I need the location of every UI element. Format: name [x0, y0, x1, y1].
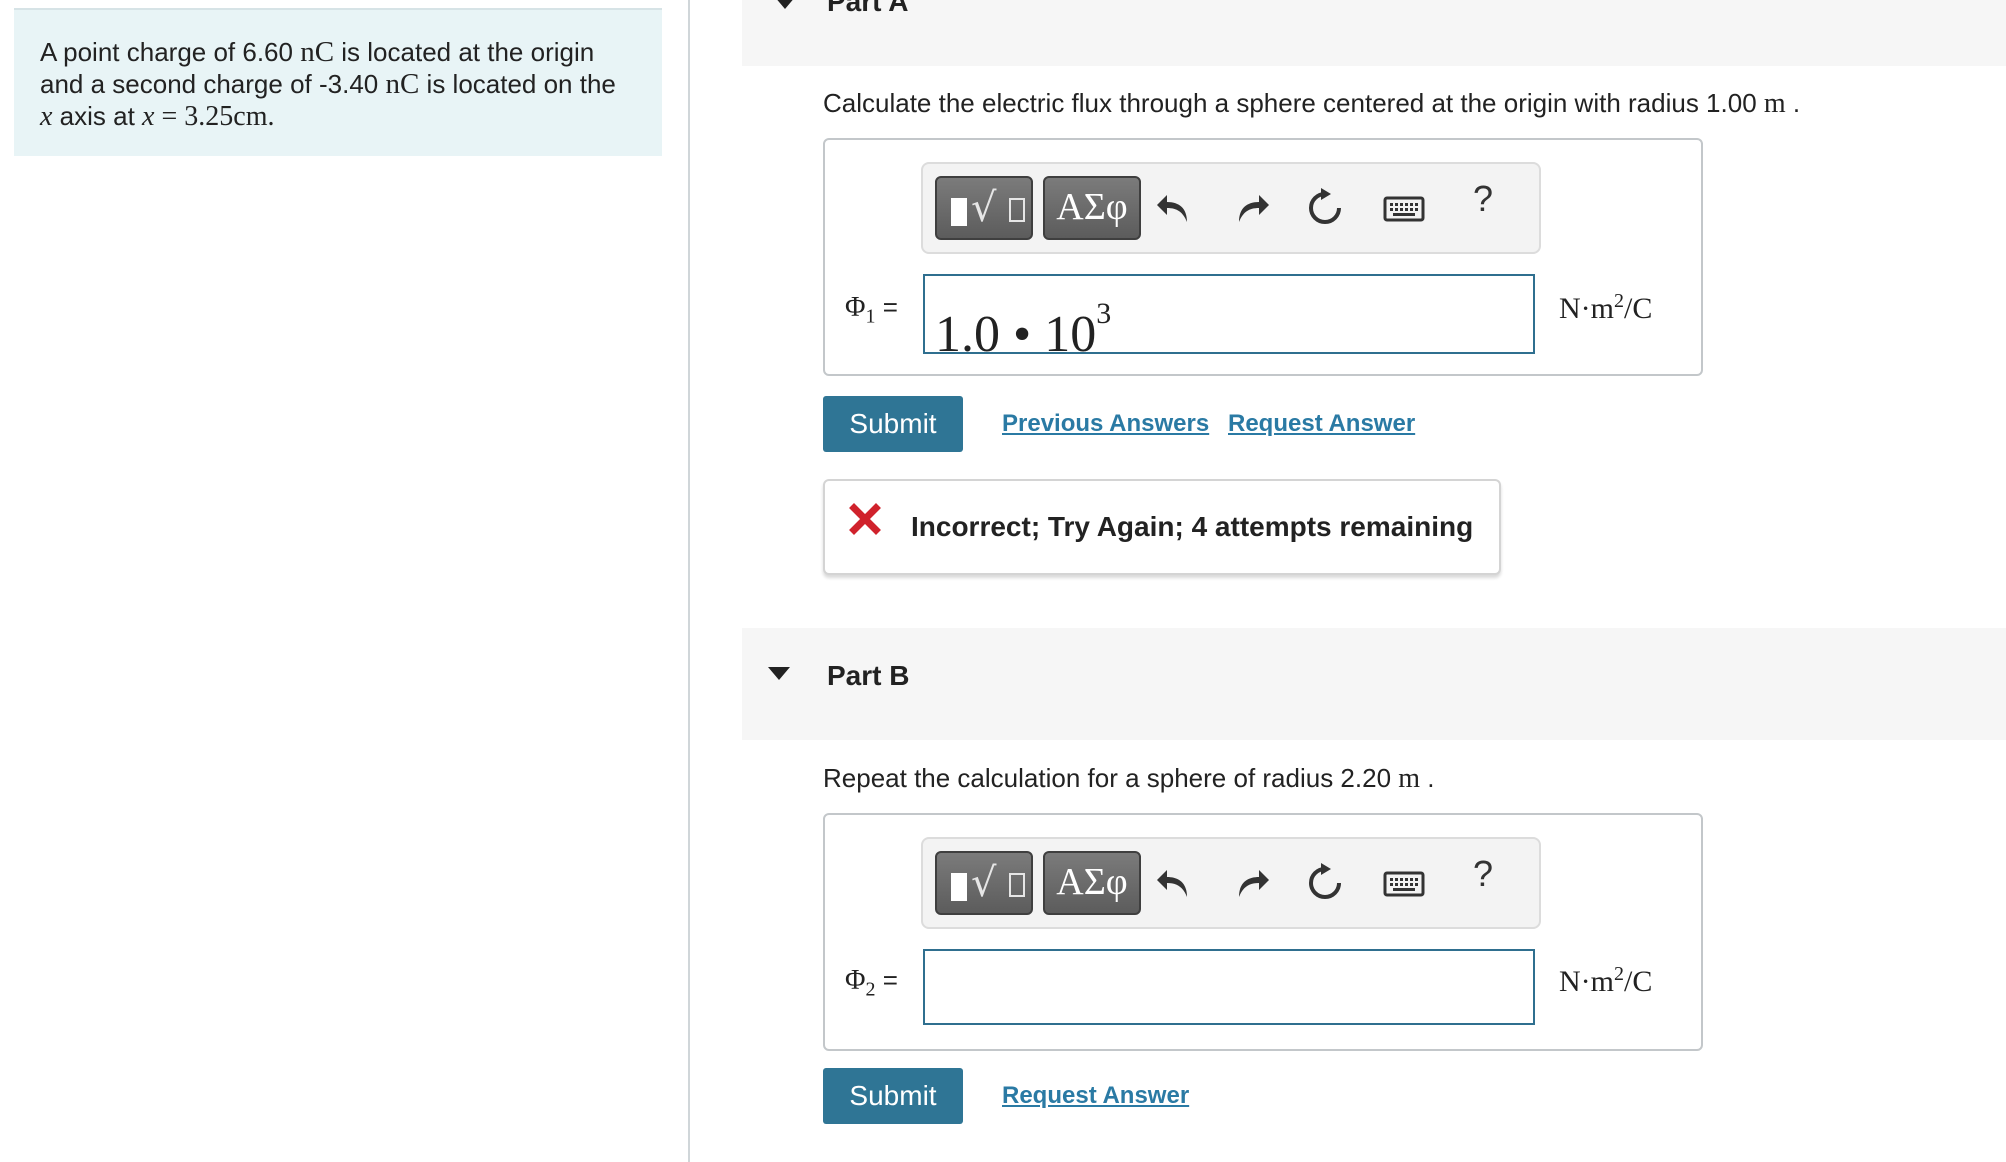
answer-units: N·m2/C: [1559, 290, 1652, 326]
problem-line-3: x axis at x = 3.25cm.: [40, 100, 636, 133]
phi-subscript: 2: [865, 978, 876, 1001]
previous-answers-link[interactable]: Previous Answers: [1002, 410, 1209, 438]
feedback-message: Incorrect; Try Again; 4 attempts remaini…: [823, 479, 1501, 575]
answer-label: Φ1 =: [845, 292, 898, 329]
help-icon[interactable]: ?: [1473, 853, 1493, 895]
part-a-answer-box: √ ΑΣφ ? Φ1 = 1.0 • 103 N·m2/C: [823, 138, 1703, 376]
caret-down-icon[interactable]: [774, 0, 796, 9]
feedback-text: Incorrect; Try Again; 4 attempts remaini…: [911, 511, 1474, 542]
submit-button[interactable]: Submit: [823, 396, 963, 452]
keyboard-icon[interactable]: [1383, 186, 1425, 230]
variable-x: x: [40, 101, 53, 132]
question-end: .: [1785, 88, 1801, 118]
undo-icon[interactable]: [1153, 186, 1197, 230]
units-exponent: 2: [1614, 290, 1624, 312]
templates-button[interactable]: √: [935, 851, 1033, 915]
greek-icon: ΑΣφ: [1056, 186, 1128, 228]
problem-line-1: A point charge of 6.60 nC is located at …: [40, 36, 636, 68]
templates-button[interactable]: √: [935, 176, 1033, 240]
equals-sign: =: [875, 965, 898, 995]
greek-symbols-button[interactable]: ΑΣφ: [1043, 176, 1141, 240]
redo-icon[interactable]: [1229, 186, 1273, 230]
question-text: Repeat the calculation for a sphere of r…: [823, 763, 1399, 793]
phi-symbol: Φ: [845, 292, 866, 323]
question-unit: m: [1398, 763, 1421, 794]
request-answer-link[interactable]: Request Answer: [1228, 410, 1415, 438]
input-mantissa: 1.0 • 10: [935, 306, 1097, 363]
question-text: Calculate the electric flux through a sp…: [823, 88, 1764, 118]
part-b-header[interactable]: Part B: [742, 628, 2006, 740]
charge-unit: nC: [300, 36, 335, 68]
problem-text: is located on the: [419, 69, 616, 99]
variable-x: x: [142, 101, 155, 132]
part-a-header[interactable]: Part A: [742, 0, 2006, 66]
units-tail: /C: [1624, 965, 1653, 998]
part-a-question: Calculate the electric flux through a sp…: [823, 88, 1800, 120]
help-icon[interactable]: ?: [1473, 178, 1493, 220]
units-exponent: 2: [1614, 963, 1624, 985]
math-toolbar: √ ΑΣφ ?: [921, 162, 1541, 254]
problem-text: A point charge of 6.60: [40, 37, 301, 67]
incorrect-x-icon: [849, 503, 881, 535]
problem-text: and a second charge of -3.40: [40, 69, 386, 99]
redo-icon[interactable]: [1229, 861, 1273, 905]
greek-symbols-button[interactable]: ΑΣφ: [1043, 851, 1141, 915]
answer-input[interactable]: 1.0 • 103: [923, 274, 1535, 363]
question-unit: m: [1763, 88, 1786, 119]
part-b-question: Repeat the calculation for a sphere of r…: [823, 763, 1434, 795]
undo-icon[interactable]: [1153, 861, 1197, 905]
submit-button[interactable]: Submit: [823, 1068, 963, 1124]
part-b-answer-box: √ ΑΣφ ? Φ2 = N·m2/C: [823, 813, 1703, 1051]
reset-icon[interactable]: [1303, 861, 1347, 905]
reset-icon[interactable]: [1303, 186, 1347, 230]
problem-text: axis at: [52, 101, 143, 131]
problem-text: is located at the origin: [334, 37, 595, 67]
part-a-title: Part A: [827, 0, 909, 17]
greek-icon: ΑΣφ: [1056, 861, 1128, 903]
input-exponent: 3: [1096, 297, 1112, 330]
request-answer-link[interactable]: Request Answer: [1002, 1082, 1189, 1110]
phi-subscript: 1: [865, 305, 876, 328]
answer-input[interactable]: [923, 949, 1535, 1025]
answer-units: N·m2/C: [1559, 963, 1652, 999]
equals-sign: =: [875, 292, 898, 322]
panel-divider: [688, 0, 690, 1162]
answer-label: Φ2 =: [845, 965, 898, 1002]
math-toolbar: √ ΑΣφ ?: [921, 837, 1541, 929]
problem-statement: A point charge of 6.60 nC is located at …: [14, 8, 662, 156]
keyboard-icon[interactable]: [1383, 861, 1425, 905]
charge-unit: nC: [385, 68, 420, 100]
problem-line-2: and a second charge of -3.40 nC is locat…: [40, 68, 636, 100]
caret-down-icon[interactable]: [768, 667, 790, 680]
question-end: .: [1420, 763, 1435, 793]
units-base: N·m: [1559, 965, 1614, 998]
part-b-title: Part B: [827, 660, 910, 691]
units-base: N·m: [1559, 292, 1614, 325]
units-tail: /C: [1624, 292, 1653, 325]
position-value: = 3.25cm.: [154, 101, 275, 132]
phi-symbol: Φ: [845, 965, 866, 996]
